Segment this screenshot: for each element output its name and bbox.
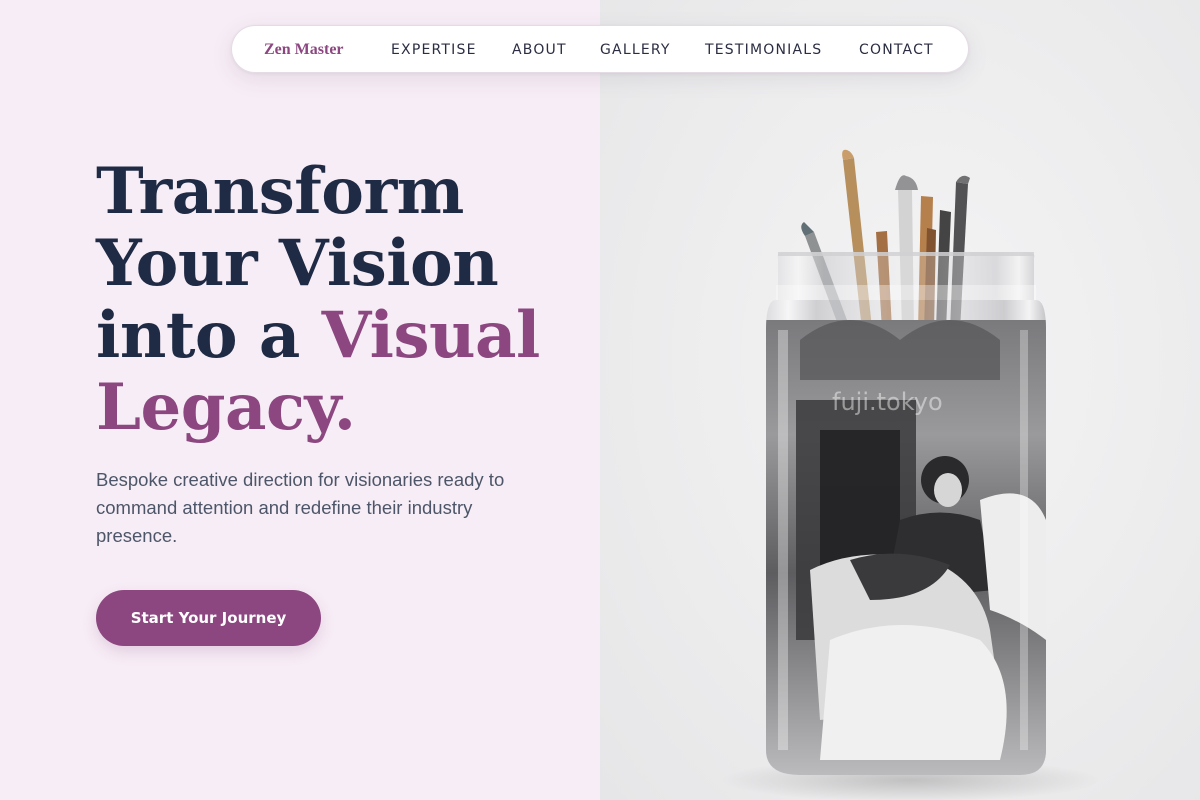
- start-journey-button[interactable]: Start Your Journey: [96, 590, 321, 646]
- nav-link-about[interactable]: ABOUT: [512, 41, 567, 59]
- headline-line-1: Transform: [96, 154, 464, 229]
- hero-subcopy: Bespoke creative direction for visionari…: [96, 469, 505, 546]
- headline-accent-legacy: Legacy.: [96, 370, 356, 445]
- brand-logo[interactable]: Zen Master: [264, 40, 344, 60]
- nav-link-testimonials[interactable]: TESTIMONIALS: [705, 41, 822, 59]
- nav-link-gallery[interactable]: GALLERY: [600, 41, 671, 59]
- headline-line-2: Your Vision: [96, 226, 499, 301]
- hero-image-panel: fuji.tokyo: [600, 0, 1200, 800]
- top-navigation: Zen Master EXPERTISE ABOUT GALLERY TESTI…: [231, 25, 969, 73]
- nav-link-expertise[interactable]: EXPERTISE: [391, 41, 477, 59]
- nav-link-contact[interactable]: CONTACT: [859, 41, 934, 59]
- headline-line-3: into a Visual: [96, 300, 596, 372]
- watermark-text: fuji.tokyo: [832, 388, 943, 416]
- hero-headline: Transform Your Vision into a Visual Lega…: [96, 156, 596, 444]
- headline-line-3-plain: into a: [96, 298, 322, 373]
- jar-with-brushes-image: fuji.tokyo: [720, 149, 1100, 800]
- headline-accent-visual: Visual: [321, 298, 541, 373]
